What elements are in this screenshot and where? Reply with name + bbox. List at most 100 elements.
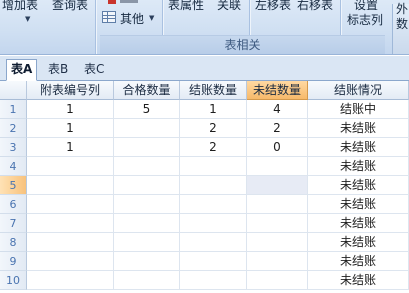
cell-unsettled-qty[interactable] — [247, 252, 308, 271]
set-flag-column-line2[interactable]: 标志列 — [347, 11, 383, 28]
cell-unsettled-qty[interactable] — [247, 214, 308, 233]
cell-unsettled-qty[interactable]: 4 — [247, 100, 308, 119]
table-grid-icon — [102, 11, 116, 23]
cell-settlement-status[interactable]: 未结账 — [308, 271, 409, 290]
cell-settlement-status[interactable]: 结账中 — [308, 100, 409, 119]
tab-table-a[interactable]: 表A — [6, 59, 38, 81]
column-header-settlement-status[interactable]: 结账情况 — [308, 81, 409, 100]
cell-qualified-qty[interactable] — [114, 138, 180, 157]
move-right-table-button[interactable]: 右移表 — [297, 0, 333, 13]
cell-unsettled-qty[interactable]: 2 — [247, 119, 308, 138]
cell-attached-id[interactable]: 1 — [27, 100, 114, 119]
cell-attached-id[interactable] — [27, 195, 114, 214]
ribbon-separator — [95, 0, 97, 54]
other-dropdown-icon[interactable]: ▼ — [149, 14, 154, 22]
cell-settlement-status[interactable]: 未结账 — [308, 214, 409, 233]
next-group-fragment[interactable]: 外 数 — [392, 2, 409, 54]
table-row: 10 未结账 — [0, 271, 409, 290]
table-row: 7 未结账 — [0, 214, 409, 233]
cell-unsettled-qty[interactable] — [247, 233, 308, 252]
cell-settled-qty[interactable] — [180, 252, 247, 271]
table-row: 4 未结账 — [0, 157, 409, 176]
cell-settlement-status[interactable]: 未结账 — [308, 233, 409, 252]
cell-qualified-qty[interactable] — [114, 157, 180, 176]
cell-attached-id[interactable]: 1 — [27, 138, 114, 157]
row-number[interactable]: 9 — [0, 252, 27, 271]
cell-settled-qty[interactable]: 2 — [180, 119, 247, 138]
cell-settlement-status[interactable]: 未结账 — [308, 195, 409, 214]
cell-settlement-status[interactable]: 未结账 — [308, 252, 409, 271]
cell-attached-id[interactable]: 1 — [27, 119, 114, 138]
sheet-tab-bar: 表A 表B 表C — [0, 56, 409, 81]
cell-unsettled-qty[interactable]: 0 — [247, 138, 308, 157]
cell-settled-qty[interactable] — [180, 271, 247, 290]
move-left-table-button[interactable]: 左移表 — [255, 0, 291, 13]
cell-qualified-qty[interactable] — [114, 176, 180, 195]
cell-qualified-qty[interactable] — [114, 214, 180, 233]
table-properties-button[interactable]: 表属性 — [168, 0, 204, 13]
cell-qualified-qty[interactable]: 5 — [114, 100, 180, 119]
cell-unsettled-qty[interactable] — [247, 271, 308, 290]
cell-attached-id[interactable] — [27, 176, 114, 195]
delete-icon — [108, 0, 116, 4]
table-icon-partial — [120, 0, 138, 3]
cell-settlement-status[interactable]: 未结账 — [308, 119, 409, 138]
row-number[interactable]: 5 — [0, 176, 27, 195]
tab-table-b[interactable]: 表B — [44, 60, 72, 79]
row-number[interactable]: 6 — [0, 195, 27, 214]
row-number[interactable]: 8 — [0, 233, 27, 252]
cell-attached-id[interactable] — [27, 271, 114, 290]
column-header-settled-qty[interactable]: 结账数量 — [180, 81, 247, 100]
row-number[interactable]: 10 — [0, 271, 27, 290]
table-row: 2 1 2 2 未结账 — [0, 119, 409, 138]
cell-qualified-qty[interactable] — [114, 252, 180, 271]
row-number[interactable]: 1 — [0, 100, 27, 119]
cell-qualified-qty[interactable] — [114, 233, 180, 252]
cell-settled-qty[interactable] — [180, 214, 247, 233]
table-row: 9 未结账 — [0, 252, 409, 271]
tab-table-c[interactable]: 表C — [80, 60, 108, 79]
cell-settled-qty[interactable] — [180, 157, 247, 176]
cell-attached-id[interactable] — [27, 252, 114, 271]
query-table-button[interactable]: 查询表 — [52, 0, 88, 13]
row-number[interactable]: 3 — [0, 138, 27, 157]
ribbon: 增加表 ▼ 查询表 其他 ▼ 表属性 关联 左移表 右移表 设置 标志列 表相关… — [0, 0, 409, 55]
cell-attached-id[interactable] — [27, 157, 114, 176]
cell-settled-qty[interactable] — [180, 176, 247, 195]
cell-settled-qty[interactable] — [180, 233, 247, 252]
grid-corner[interactable] — [0, 81, 27, 100]
table-row: 5 未结账 — [0, 176, 409, 195]
cell-attached-id[interactable] — [27, 214, 114, 233]
cell-qualified-qty[interactable] — [114, 271, 180, 290]
cell-settled-qty[interactable]: 1 — [180, 100, 247, 119]
cell-settled-qty[interactable]: 2 — [180, 138, 247, 157]
next-group-label-2[interactable]: 数 — [396, 15, 408, 32]
table-group-caption: 表相关 — [100, 35, 385, 54]
row-number[interactable]: 7 — [0, 214, 27, 233]
column-header-unsettled-qty[interactable]: 未结数量 — [247, 81, 308, 100]
cell-qualified-qty[interactable] — [114, 119, 180, 138]
row-number[interactable]: 4 — [0, 157, 27, 176]
cell-unsettled-qty[interactable] — [247, 157, 308, 176]
column-header-qualified-qty[interactable]: 合格数量 — [114, 81, 180, 100]
other-button[interactable]: 其他 — [120, 10, 144, 27]
cell-settled-qty[interactable] — [180, 195, 247, 214]
add-table-button[interactable]: 增加表 — [2, 0, 38, 13]
row-number[interactable]: 2 — [0, 119, 27, 138]
relation-button[interactable]: 关联 — [217, 0, 241, 13]
table-row: 8 未结账 — [0, 233, 409, 252]
grid-header-row: 附表编号列 合格数量 结账数量 未结数量 结账情况 — [0, 81, 409, 100]
cell-settlement-status[interactable]: 未结账 — [308, 138, 409, 157]
column-header-attached-id[interactable]: 附表编号列 — [27, 81, 114, 100]
cell-unsettled-qty[interactable] — [247, 195, 308, 214]
add-table-dropdown-icon[interactable]: ▼ — [25, 15, 30, 23]
cell-qualified-qty[interactable] — [114, 195, 180, 214]
table-row: 3 1 2 0 未结账 — [0, 138, 409, 157]
table-row: 6 未结账 — [0, 195, 409, 214]
cell-settlement-status[interactable]: 未结账 — [308, 176, 409, 195]
data-grid: 附表编号列 合格数量 结账数量 未结数量 结账情况 1 1 5 1 4 结账中 2 1 2 2 未结… — [0, 81, 409, 293]
cell-attached-id[interactable] — [27, 233, 114, 252]
cell-settlement-status[interactable]: 未结账 — [308, 157, 409, 176]
cell-unsettled-qty[interactable] — [247, 176, 308, 195]
table-row: 1 1 5 1 4 结账中 — [0, 100, 409, 119]
